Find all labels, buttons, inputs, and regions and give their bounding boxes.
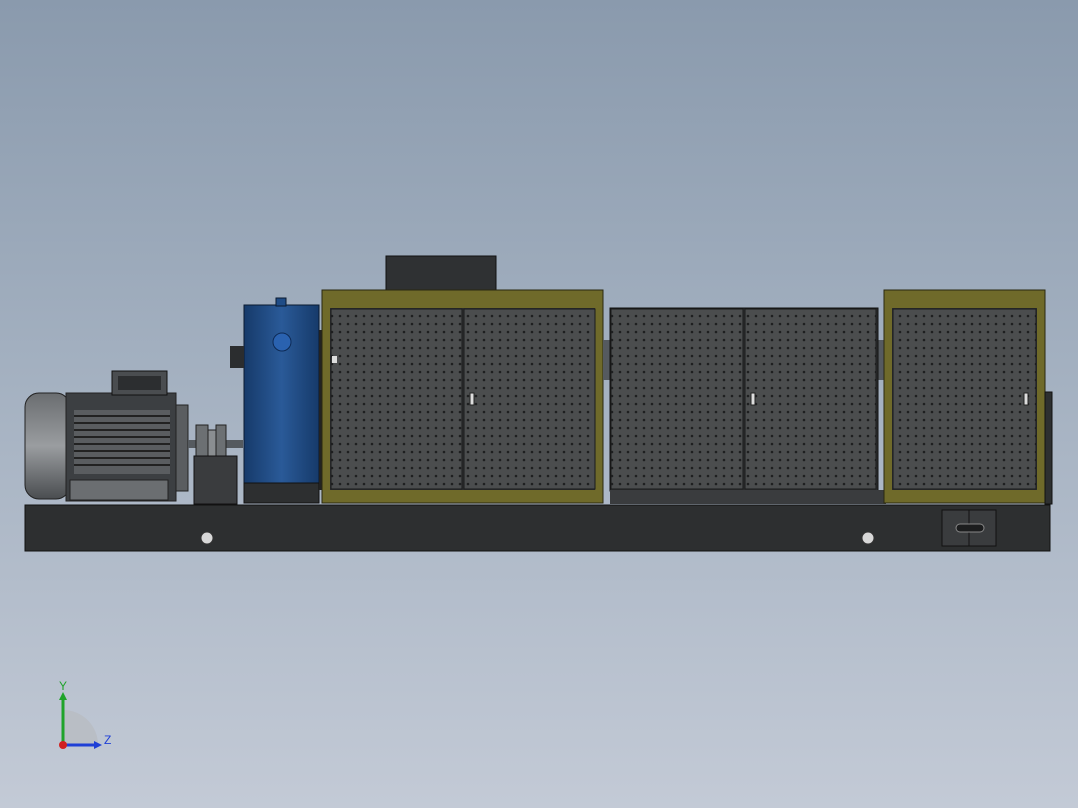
graphics-viewport[interactable]: Y Z: [0, 0, 1078, 808]
motor-cooling-fins: [74, 410, 170, 474]
gearbox-icon[interactable]: [230, 297, 325, 504]
x-axis-icon: [59, 741, 67, 749]
door-handle-icon: [750, 392, 756, 406]
base-bolt-hole: [200, 531, 214, 545]
cabinet-2-left-door[interactable]: [610, 308, 744, 490]
z-axis-label: Z: [104, 733, 111, 747]
assembly-model[interactable]: [0, 0, 1078, 808]
coordinate-triad: Y Z: [59, 680, 111, 749]
top-box[interactable]: [385, 255, 497, 293]
motor-feet: [69, 479, 169, 501]
cabinet-3[interactable]: [883, 289, 1053, 505]
y-axis-label: Y: [59, 680, 67, 693]
base-bolt-hole: [861, 531, 875, 545]
cabinet-3-door[interactable]: [892, 308, 1037, 490]
electric-motor-icon[interactable]: [24, 370, 189, 502]
door-handle-icon: [469, 392, 475, 406]
cabinet-1[interactable]: [321, 289, 604, 504]
base-handle-icon: [941, 509, 997, 547]
coupling-icon[interactable]: [188, 424, 243, 505]
cabinet-1-left-door[interactable]: [330, 308, 463, 490]
cabinet-1-right-door[interactable]: [463, 308, 596, 490]
cabinet-2[interactable]: [609, 307, 886, 504]
base-frame[interactable]: [24, 504, 1051, 552]
cabinet-2-right-door[interactable]: [744, 308, 877, 490]
door-handle-icon: [1023, 392, 1029, 406]
